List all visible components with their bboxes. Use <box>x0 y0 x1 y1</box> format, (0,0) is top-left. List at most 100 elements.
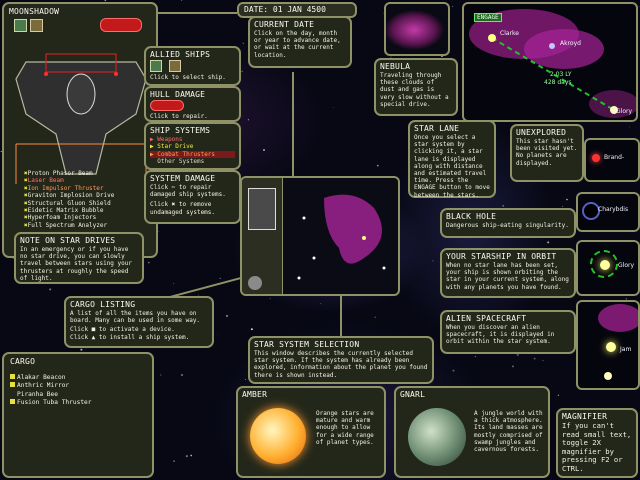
star-marker[interactable] <box>488 34 496 42</box>
ship-system-item[interactable]: ✖Full Spectrum Analyzer <box>24 222 156 229</box>
nebula-text: Traveling through these clouds of dust a… <box>380 72 449 108</box>
nebula-thumbnail <box>384 2 450 56</box>
background-star <box>173 283 174 285</box>
amber-title: AMBER <box>242 390 268 399</box>
repair-button[interactable] <box>100 18 142 32</box>
cargo-listing-panel: CARGO LISTING A list of all the items yo… <box>64 296 214 348</box>
your-starship-text: When no star lane has been set, your shi… <box>446 262 569 291</box>
star-label-akroyd: Akroyd <box>560 40 581 47</box>
background-star <box>452 5 454 8</box>
star-marker[interactable] <box>549 43 555 49</box>
allied-ship-icon[interactable] <box>168 60 181 72</box>
background-star <box>262 148 266 152</box>
background-star <box>376 164 379 167</box>
magnifier-panel: MAGNIFIER If you can't read small text, … <box>556 408 638 478</box>
activate-device-icon[interactable] <box>10 398 15 404</box>
star-drive-note-text: In an emergency or if you have no star d… <box>20 246 132 282</box>
activate-device-icon[interactable] <box>10 391 15 396</box>
star-lane-text: Once you select a star system by clickin… <box>414 134 490 199</box>
ship-systems-list: ✖Proton Phasor Beam ✖Laser Beam ✖Ion Impul… <box>24 170 156 229</box>
star-drive-note-panel: NOTE ON STAR DRIVES In an emergency or i… <box>14 232 144 284</box>
background-star <box>173 460 175 462</box>
ship-system-item[interactable]: ✖Proton Phasor Beam <box>24 170 156 177</box>
star-system-window[interactable] <box>240 176 400 296</box>
background-star <box>320 303 322 305</box>
star-system-sidebar <box>242 178 283 294</box>
allied-ships-title: ALLIED SHIPS <box>150 50 211 59</box>
background-star <box>452 369 455 372</box>
ship-icons-row <box>14 18 142 33</box>
your-starship-title: YOUR STARSHIP IN ORBIT <box>446 252 557 261</box>
ship-systems-panel: SHIP SYSTEMS ▶ Weapons ▶ Star Drive ▶ Co… <box>144 122 241 170</box>
background-star <box>474 356 476 358</box>
background-star <box>516 353 519 357</box>
background-star <box>148 262 150 264</box>
combat-thrusters-category[interactable]: ▶ Combat Thrusters <box>150 150 235 159</box>
planet-thumbnail-icon[interactable] <box>248 276 262 290</box>
black-hole-thumbnail: Charybdis <box>576 192 640 232</box>
current-date-text: Click on the day, month or year to advan… <box>254 30 341 59</box>
background-star <box>242 42 245 45</box>
unexplored-title: UNEXPLORED <box>516 128 567 137</box>
amber-star-icon <box>250 408 306 464</box>
hull-damage-bar[interactable] <box>150 100 184 111</box>
unexplored-star-thumbnail: Brand- <box>584 138 640 182</box>
other-systems-category[interactable]: Other Systems <box>150 158 235 165</box>
nebula-icon <box>598 304 638 332</box>
engage-button[interactable]: ENGAGE <box>474 13 502 22</box>
ship-system-item[interactable]: ✖Laser Beam <box>24 177 156 184</box>
weapons-category[interactable]: ▶ Weapons <box>150 136 235 143</box>
ship-system-item[interactable]: ✖Hyperfoam Injectors <box>24 214 156 221</box>
magnifier-title: MAGNIFIER <box>562 412 608 421</box>
red-star-icon <box>592 154 600 162</box>
ship-system-item[interactable]: ✖Structural Gluon Shield <box>24 200 156 207</box>
background-star <box>557 394 560 396</box>
cargo-listing-title: CARGO LISTING <box>70 300 136 309</box>
starship-orbit-thumbnail: Glory <box>576 240 640 296</box>
ship-system-item[interactable]: ✖Ion Impulsor Thruster <box>24 185 156 192</box>
cargo-item[interactable]: Piranha Bee <box>10 391 146 399</box>
escape-pod-icon[interactable] <box>14 19 27 32</box>
activate-device-icon[interactable] <box>10 374 15 379</box>
background-star <box>241 70 243 73</box>
background-star <box>547 241 550 244</box>
background-star <box>502 204 505 207</box>
star-drive-category[interactable]: ▶ Star Drive <box>150 143 235 150</box>
date-label: DATE: 01 JAN 4500 <box>244 5 326 14</box>
alien-star-icon-2 <box>604 372 612 380</box>
background-star <box>533 357 536 360</box>
background-star <box>219 277 221 279</box>
cargo-item[interactable]: Fusion Tuba Thruster <box>10 398 146 407</box>
ship-thumbnail-icon[interactable] <box>248 188 276 230</box>
black-hole-panel: BLACK HOLE Dangerous ship-eating singula… <box>440 208 576 238</box>
cargo-listing-text3: Click ▲ to install a ship system. <box>70 333 190 341</box>
star-label-clarke: Clarke <box>500 30 519 37</box>
background-star <box>180 0 183 1</box>
nebula-title: NEBULA <box>380 62 411 71</box>
ship-schematic <box>15 53 147 184</box>
cargo-title: CARGO <box>10 357 36 366</box>
background-star <box>80 348 83 351</box>
background-star <box>250 328 253 331</box>
ship-system-item[interactable]: ✖Eidetic Matrix Bubble <box>24 207 156 214</box>
background-star <box>566 198 568 201</box>
alien-orbit-thumbnail: Jam <box>576 300 640 390</box>
shuttle-icon[interactable] <box>30 19 43 32</box>
allied-ship-icon[interactable] <box>150 60 162 72</box>
alien-spacecraft-text: When you discover an alien spacecraft, i… <box>446 324 555 346</box>
alien-spacecraft-panel: ALIEN SPACECRAFT When you discover an al… <box>440 310 576 354</box>
star-map-view[interactable]: ENGAGE Clarke Akroyd 2.03 LY 428 days Gl… <box>462 2 638 122</box>
cargo-item[interactable]: Alakar Beacon <box>10 374 146 382</box>
connector-line <box>155 12 237 14</box>
activate-device-icon[interactable] <box>10 382 15 388</box>
ship-systems-title: SHIP SYSTEMS <box>150 126 211 135</box>
cargo-item[interactable]: Anthric Mirror <box>10 382 146 390</box>
background-star <box>542 359 544 362</box>
system-damage-title: SYSTEM DAMAGE <box>150 174 216 183</box>
ship-system-item[interactable]: ✖Graviton Implosion Drive <box>24 192 156 199</box>
background-star <box>181 374 183 376</box>
black-hole-title: BLACK HOLE <box>446 212 497 221</box>
magnifier-text: If you can't read small text, toggle 2X … <box>562 421 632 473</box>
background-star <box>49 288 52 291</box>
star-lane-title: STAR LANE <box>414 124 460 133</box>
